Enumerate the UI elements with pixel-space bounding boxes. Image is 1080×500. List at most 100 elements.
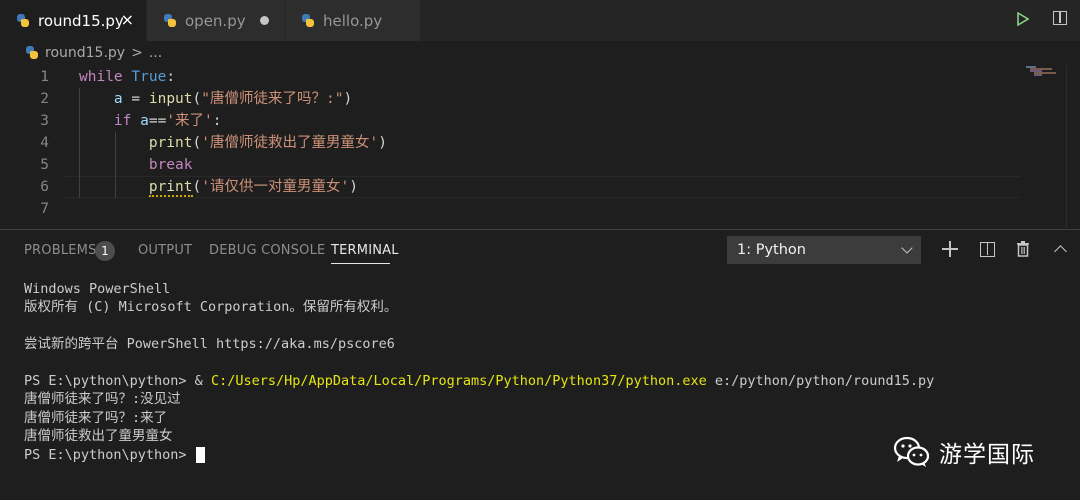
terminal-select-value: 1: Python <box>737 242 806 258</box>
line-number: 5 <box>40 157 49 173</box>
python-file-icon <box>25 46 39 60</box>
new-terminal-icon[interactable] <box>942 241 958 257</box>
terminal-text: 版权所有 (C) Microsoft Corporation。保留所有权利。 <box>24 299 398 316</box>
terminal-text: 唐僧师徒来了吗？:没见过 <box>24 391 181 408</box>
terminal-text: Windows PowerShell <box>24 281 171 297</box>
code-token: print <box>148 179 193 197</box>
watermark-text: 游学国际 <box>939 442 1035 468</box>
code-token: ) <box>343 91 353 107</box>
terminal-line: PS E:\python\python> & C:/Users/Hp/AppDa… <box>24 372 934 390</box>
terminal-text: PS E:\python\python> <box>24 446 187 463</box>
code-line[interactable]: 1 while True: <box>0 66 1080 88</box>
breadcrumb-file[interactable]: round15.py <box>45 45 125 61</box>
code-token: "唐僧师徒来了吗？:" <box>201 91 344 107</box>
line-number: 3 <box>40 113 49 129</box>
code-text: print('请仅供一对童男童女') <box>79 176 358 198</box>
line-number: 6 <box>40 179 49 195</box>
tab-label: open.py <box>185 11 246 30</box>
python-file-icon <box>163 13 177 28</box>
tab-terminal[interactable]: TERMINAL <box>331 243 399 258</box>
code-token: : <box>212 113 222 129</box>
line-number: 1 <box>40 69 49 85</box>
code-editor[interactable]: 1 while True: 2 a = input("唐僧师徒来了吗？:") 3 if… <box>0 66 1080 229</box>
terminal-text: 唐僧师徒来了吗？:来了 <box>24 409 168 426</box>
code-token: '请仅供一对童男童女' <box>201 179 350 195</box>
code-token: a <box>140 113 149 129</box>
terminal-cursor <box>195 446 205 463</box>
python-file-icon <box>16 13 30 28</box>
tab-round15[interactable]: round15.py × <box>0 0 146 41</box>
code-token: break <box>148 157 193 173</box>
code-line[interactable]: 7 <box>0 198 1080 220</box>
line-number: 4 <box>40 135 49 151</box>
code-token: '来了' <box>166 113 213 129</box>
split-terminal-icon[interactable] <box>980 242 995 257</box>
code-token: ) <box>378 135 387 151</box>
code-line[interactable]: 2 a = input("唐僧师徒来了吗？:") <box>0 88 1080 110</box>
terminal-line: 唐僧师徒救出了童男童女 <box>24 427 934 445</box>
line-number: 7 <box>40 201 49 217</box>
code-line[interactable]: 3 if a=='来了': <box>0 110 1080 132</box>
active-tab-underline <box>331 263 390 264</box>
code-token: input <box>148 91 193 107</box>
terminal-line: 唐僧师徒来了吗？:来了 <box>24 409 934 427</box>
terminal-text: PS E:\python\python> & <box>24 372 211 389</box>
code-line[interactable]: 5 break <box>0 154 1080 176</box>
tab-debug-console[interactable]: DEBUG CONSOLE <box>209 243 325 258</box>
code-line[interactable]: 6 print('请仅供一对童男童女') <box>0 176 1080 198</box>
code-token: == <box>148 113 167 129</box>
split-editor-icon[interactable] <box>1053 11 1067 25</box>
trash-icon[interactable] <box>1016 241 1030 257</box>
terminal-text: 唐僧师徒救出了童男童女 <box>24 428 173 445</box>
terminal-select[interactable]: 1: Python <box>727 236 921 264</box>
code-token: print <box>148 135 193 151</box>
unsaved-dot-icon[interactable] <box>260 16 269 25</box>
code-token: if <box>113 113 132 129</box>
code-line[interactable]: 4 print('唐僧师徒救出了童男童女') <box>0 132 1080 154</box>
code-token: a <box>113 91 123 107</box>
tab-label: round15.py <box>38 11 124 30</box>
chevron-down-icon <box>901 242 913 254</box>
code-text: break <box>79 154 193 176</box>
terminal-text: e:/python/python/round15.py <box>706 372 935 389</box>
code-token: '唐僧师徒救出了童男童女' <box>201 135 379 151</box>
terminal-line: 唐僧师徒来了吗？:没见过 <box>24 390 934 408</box>
code-token: ( <box>192 135 202 151</box>
code-token: = <box>122 91 149 107</box>
editor-scrollbar[interactable] <box>1066 66 1067 228</box>
code-text: while True: <box>79 66 175 88</box>
tab-hello[interactable]: hello.py <box>285 0 420 41</box>
tab-open[interactable]: open.py <box>147 0 284 41</box>
terminal-line: Windows PowerShell <box>24 280 934 298</box>
terminal-line: 尝试新的跨平台 PowerShell https://aka.ms/pscore… <box>24 335 934 353</box>
tab-output[interactable]: OUTPUT <box>138 243 192 258</box>
code-token: while <box>79 69 123 85</box>
breadcrumb-rest[interactable]: ... <box>149 45 162 61</box>
code-token: True <box>131 69 167 85</box>
wechat-icon <box>893 436 930 467</box>
breadcrumb: round15.py > ... <box>0 41 1080 65</box>
line-number: 2 <box>40 91 49 107</box>
terminal-line: PS E:\python\python> <box>24 446 934 464</box>
run-icon[interactable] <box>1017 12 1029 26</box>
code-text: if a=='来了': <box>79 110 222 132</box>
code-text: print('唐僧师徒救出了童男童女') <box>79 132 387 154</box>
terminal-output[interactable]: Windows PowerShell 版权所有 (C) Microsoft Cor… <box>24 280 934 464</box>
close-icon[interactable]: × <box>121 10 134 29</box>
code-text: a = input("唐僧师徒来了吗？:") <box>79 88 352 110</box>
maximize-panel-icon[interactable] <box>1054 245 1067 258</box>
tab-problems[interactable]: PROBLEMS <box>24 243 97 258</box>
code-token: ( <box>192 91 202 107</box>
code-token: : <box>166 69 176 85</box>
watermark: 游学国际 <box>893 435 1035 469</box>
tab-label: hello.py <box>323 11 383 30</box>
minimap[interactable] <box>1026 66 1056 76</box>
